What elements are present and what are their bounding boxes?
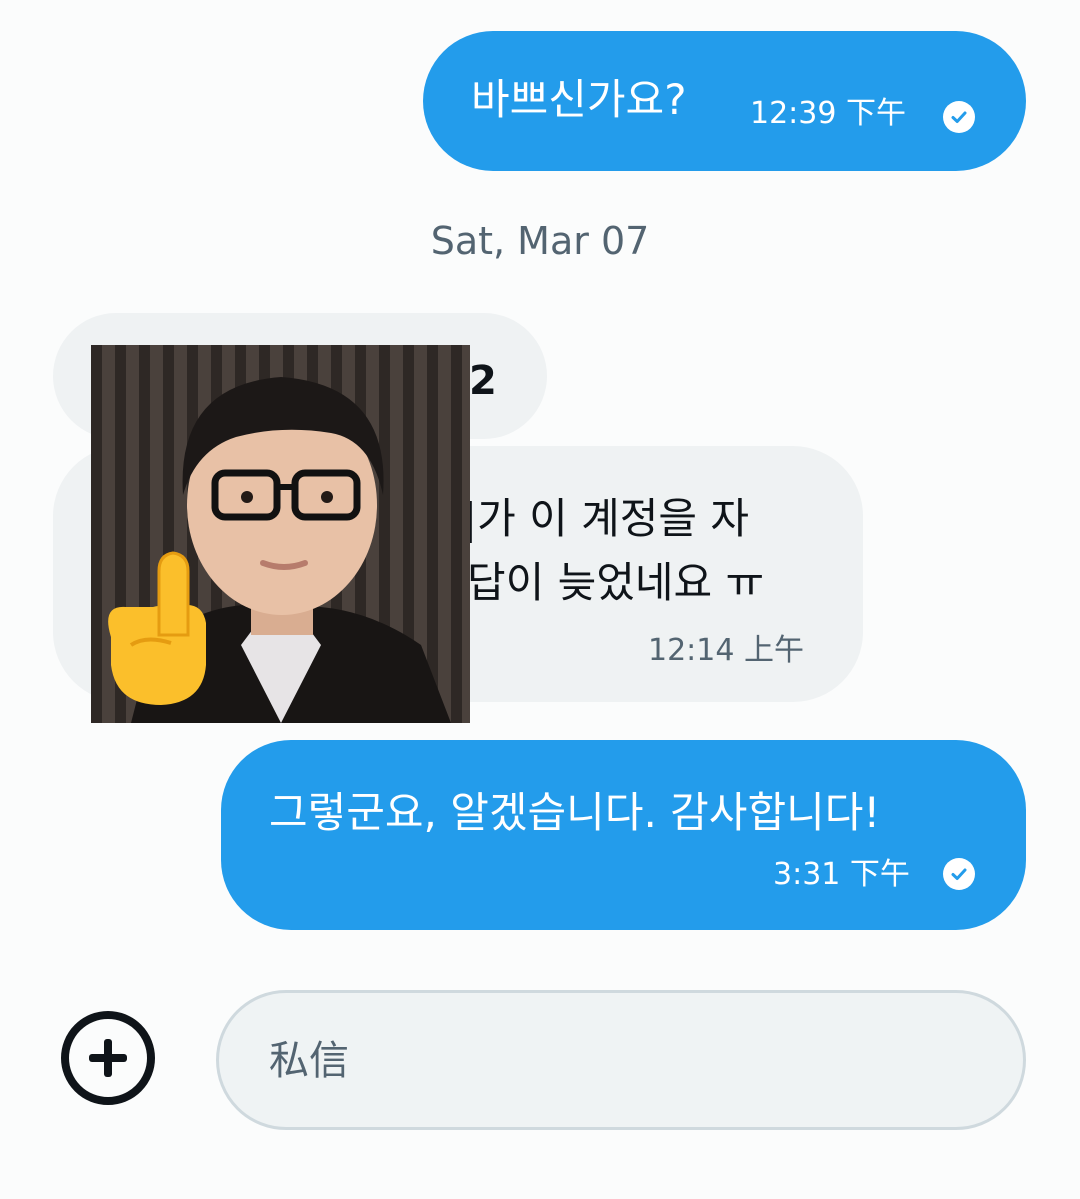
- message-time: 3:31 下午: [773, 857, 910, 892]
- message-bubble-outgoing[interactable]: 바쁘신가요? 12:39 下午: [423, 31, 1026, 171]
- date-separator: Sat, Mar 07: [430, 219, 650, 263]
- message-bubble-outgoing[interactable]: 그렇군요, 알겠습니다. 감사합니다! 3:31 下午: [221, 740, 1026, 930]
- message-time: 12:14 上午: [648, 633, 804, 668]
- portrait-sticker-art: [91, 345, 470, 723]
- message-text: 그렇군요, 알겠습니다. 감사합니다!: [269, 788, 881, 837]
- check-circle-icon: [943, 101, 975, 133]
- dm-conversation: 바쁘신가요? 12:39 下午 Sat, Mar 07 2 |가 이 계정을 자…: [0, 0, 1080, 1199]
- message-text-line: |가 이 계정을 자: [463, 494, 750, 543]
- check-circle-icon: [943, 858, 975, 890]
- sticker-image: [91, 345, 470, 723]
- message-text-line: 답이 늦었네요 ㅠ: [467, 558, 765, 607]
- message-input[interactable]: [269, 1023, 969, 1099]
- plus-circle-icon[interactable]: [61, 1011, 155, 1105]
- message-time: 12:39 下午: [750, 96, 906, 131]
- message-text: 2: [469, 358, 497, 404]
- message-text: 바쁘신가요?: [471, 75, 687, 124]
- message-composer[interactable]: [216, 990, 1026, 1130]
